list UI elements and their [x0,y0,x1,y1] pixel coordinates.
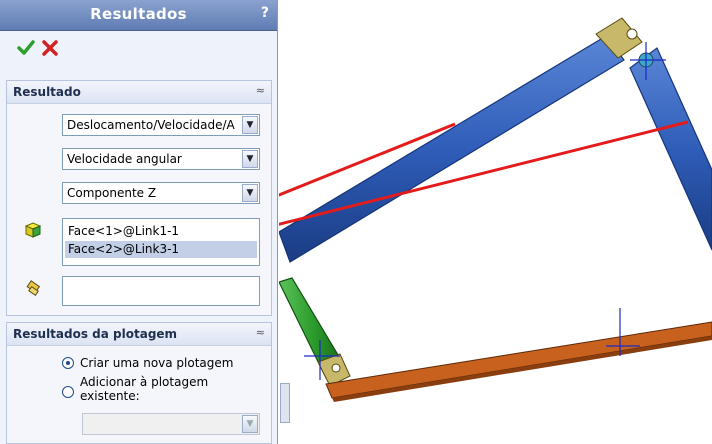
subcategory-select-value: Velocidade angular [67,152,182,166]
panel-titlebar: Resultados ? [0,0,277,31]
resultado-group-header[interactable]: Resultado ≈ [7,81,271,104]
component-select[interactable]: Componente Z ▼ [62,182,260,204]
help-icon[interactable]: ? [261,5,269,21]
chevron-down-icon[interactable]: ▼ [242,184,258,202]
radio-add-plot[interactable] [62,386,74,398]
property-manager-panel: Resultados ? Resultado ≈ Deslocamento/Ve… [0,0,278,444]
link3-tube[interactable] [279,277,351,387]
category-select-value: Deslocamento/Velocidade/A [67,118,235,132]
close-icon[interactable] [40,38,60,58]
list-item[interactable]: Face<2>@Link3-1 [65,241,257,258]
check-icon[interactable] [16,38,36,58]
existing-plot-select[interactable]: ▼ [82,413,260,435]
chevron-down-icon[interactable]: ▼ [242,415,258,433]
faces-list[interactable]: Face<1>@Link1-1 Face<2>@Link3-1 [62,218,260,266]
list-item[interactable]: Face<1>@Link1-1 [65,223,257,240]
category-select[interactable]: Deslocamento/Velocidade/A ▼ [62,114,260,136]
collapse-icon[interactable]: ≈ [256,326,265,339]
reference-part-icon [26,280,41,297]
cube-icon [24,222,42,238]
plot-header-label: Resultados da plotagem [13,327,178,341]
ground-link[interactable] [325,321,712,402]
panel-title: Resultados [90,5,187,23]
collapse-icon[interactable]: ≈ [256,84,265,97]
link2-tube[interactable] [629,47,712,251]
chevron-down-icon[interactable]: ▼ [242,150,258,168]
plot-group-header[interactable]: Resultados da plotagem ≈ [7,323,271,346]
resultado-header-label: Resultado [13,85,81,99]
link1-tube[interactable] [279,35,625,263]
radio-add-plot-label: Adicionar à plotagem existente: [80,375,209,403]
graphics-viewport[interactable] [279,0,712,444]
component-select-value: Componente Z [67,186,157,200]
reference-input[interactable] [62,276,260,306]
radio-new-plot-label: Criar uma nova plotagem [80,356,234,370]
radio-new-plot[interactable] [62,357,74,369]
subcategory-select[interactable]: Velocidade angular ▼ [62,148,260,170]
chevron-down-icon[interactable]: ▼ [242,116,258,134]
